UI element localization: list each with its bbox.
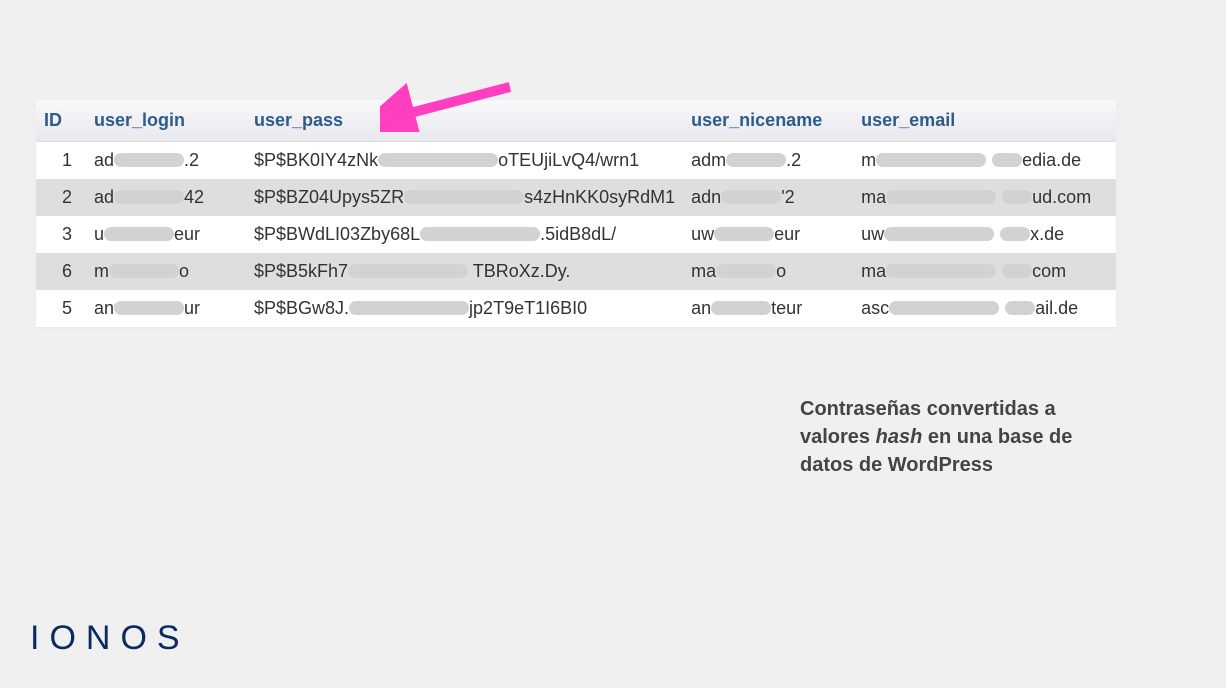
cell-id: 2: [36, 179, 86, 216]
cell-id: 3: [36, 216, 86, 253]
redaction-smudge: [992, 153, 1022, 167]
cell-user-login: ueur: [86, 216, 246, 253]
table-row: 5anur$P$BGw8J.jp2T9eT1I6BI0anteurascail.…: [36, 290, 1116, 327]
ionos-logo: IONOS: [30, 619, 190, 658]
cell-user-email: maud.com: [853, 179, 1116, 216]
redaction-smudge: [349, 301, 469, 315]
redaction-smudge: [711, 301, 771, 315]
col-user-login: user_login: [86, 100, 246, 142]
cell-user-email: uwx.de: [853, 216, 1116, 253]
col-user-pass: user_pass: [246, 100, 683, 142]
cell-user-pass: $P$BZ04Upys5ZRs4zHnKK0syRdM1: [246, 179, 683, 216]
cell-user-pass: $P$BGw8J.jp2T9eT1I6BI0: [246, 290, 683, 327]
cell-user-pass: $P$BWdLI03Zby68L.5idB8dL/: [246, 216, 683, 253]
redaction-smudge: [889, 301, 999, 315]
cell-user-pass: $P$B5kFh7 TBRoXz.Dy.: [246, 253, 683, 290]
redaction-smudge: [378, 153, 498, 167]
table-row: 1ad.2$P$BK0IY4zNkoTEUjiLvQ4/wrn1adm.2med…: [36, 142, 1116, 180]
redaction-smudge: [1002, 190, 1032, 204]
cell-user-login: anur: [86, 290, 246, 327]
cell-id: 6: [36, 253, 86, 290]
redaction-smudge: [714, 227, 774, 241]
cell-user-nicename: anteur: [683, 290, 853, 327]
cell-user-pass: $P$BK0IY4zNkoTEUjiLvQ4/wrn1: [246, 142, 683, 180]
table-row: 6mo$P$B5kFh7 TBRoXz.Dy.maomacom: [36, 253, 1116, 290]
redaction-smudge: [886, 190, 996, 204]
caption-hash: hash: [876, 426, 923, 448]
cell-id: 5: [36, 290, 86, 327]
caption-text: Contraseñas convertidas a valores hash e…: [800, 395, 1100, 479]
cell-user-login: ad42: [86, 179, 246, 216]
redaction-smudge: [104, 227, 174, 241]
table-row: 3ueur$P$BWdLI03Zby68L.5idB8dL/uweuruwx.d…: [36, 216, 1116, 253]
redaction-smudge: [404, 190, 524, 204]
redaction-smudge: [114, 190, 184, 204]
users-table: ID user_login user_pass user_nicename us…: [36, 100, 1116, 327]
redaction-smudge: [721, 190, 781, 204]
redaction-smudge: [1000, 227, 1030, 241]
redaction-smudge: [114, 153, 184, 167]
redaction-smudge: [109, 264, 179, 278]
col-user-email: user_email: [853, 100, 1116, 142]
cell-id: 1: [36, 142, 86, 180]
cell-user-email: ascail.de: [853, 290, 1116, 327]
cell-user-nicename: adn'2: [683, 179, 853, 216]
cell-user-nicename: adm.2: [683, 142, 853, 180]
redaction-smudge: [1005, 301, 1035, 315]
redaction-smudge: [716, 264, 776, 278]
redaction-smudge: [876, 153, 986, 167]
header-row: ID user_login user_pass user_nicename us…: [36, 100, 1116, 142]
cell-user-login: ad.2: [86, 142, 246, 180]
redaction-smudge: [884, 227, 994, 241]
cell-user-nicename: mao: [683, 253, 853, 290]
redaction-smudge: [886, 264, 996, 278]
cell-user-login: mo: [86, 253, 246, 290]
redaction-smudge: [420, 227, 540, 241]
redaction-smudge: [1002, 264, 1032, 278]
cell-user-email: macom: [853, 253, 1116, 290]
redaction-smudge: [114, 301, 184, 315]
col-user-nicename: user_nicename: [683, 100, 853, 142]
col-id: ID: [36, 100, 86, 142]
redaction-smudge: [726, 153, 786, 167]
table-row: 2ad42$P$BZ04Upys5ZRs4zHnKK0syRdM1adn'2ma…: [36, 179, 1116, 216]
cell-user-email: media.de: [853, 142, 1116, 180]
cell-user-nicename: uweur: [683, 216, 853, 253]
db-table: ID user_login user_pass user_nicename us…: [36, 100, 1116, 327]
redaction-smudge: [348, 264, 468, 278]
